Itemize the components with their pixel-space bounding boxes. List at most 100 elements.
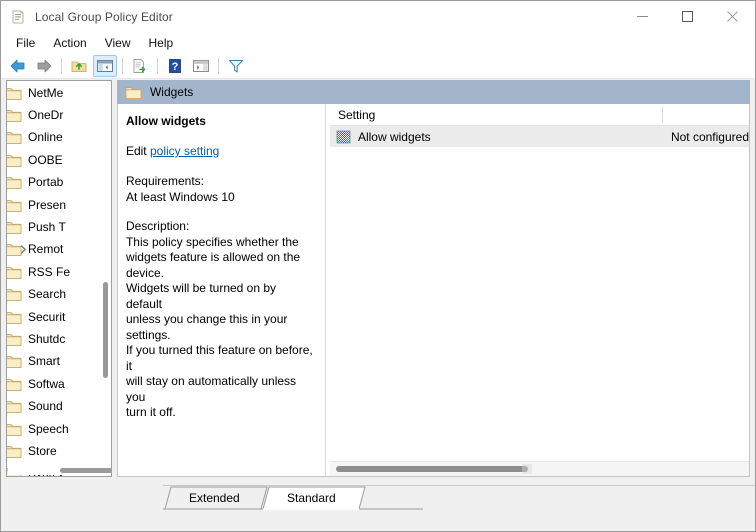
description-line: This policy specifies whether the	[125, 234, 299, 249]
tree-item-13[interactable]: Softwa	[7, 373, 101, 395]
folder-icon	[7, 153, 22, 168]
export-list-icon[interactable]	[128, 55, 152, 77]
tree-item-label: Portab	[28, 175, 64, 190]
column-header-setting[interactable]: Setting	[330, 104, 663, 126]
folder-icon	[7, 354, 22, 369]
tree-item-1[interactable]: OneDr	[7, 104, 101, 126]
requirements-label: Requirements:	[125, 174, 204, 188]
tree-item-label: Remot	[28, 242, 64, 257]
tree-item-label: Softwa	[28, 376, 65, 391]
policy-setting-link[interactable]: policy setting	[150, 144, 219, 158]
list-item[interactable]: Search	[7, 284, 101, 306]
tree-item-4[interactable]: Portab	[7, 172, 101, 194]
console-tree-pane[interactable]: NetMe OneDr Online OOBE Portab Presen Push T Re…	[6, 80, 112, 477]
minimize-button[interactable]	[620, 1, 665, 32]
tree-item-14[interactable]: Sound	[7, 395, 101, 417]
list-item[interactable]: Speech	[7, 418, 101, 440]
back-icon[interactable]	[6, 55, 30, 77]
list-item[interactable]: Push T	[7, 216, 101, 238]
content-header-label: Widgets	[149, 85, 194, 99]
tree-item-label: OOBE	[28, 152, 63, 167]
folder-icon	[7, 287, 22, 302]
tree-item-9[interactable]: Search	[7, 284, 101, 306]
tree-item-6[interactable]: Push T	[7, 216, 101, 238]
tree-item-label: Smart	[28, 354, 61, 369]
list-item[interactable]: Securit	[7, 306, 101, 328]
edit-policy-line: Edit policy setting	[126, 144, 315, 158]
tree-item-16[interactable]: Store	[7, 440, 101, 462]
view-tab-strip: Extended Standard	[163, 485, 755, 510]
tree-item-2[interactable]: Online	[7, 127, 101, 149]
list-item[interactable]: Smart	[7, 351, 101, 373]
folder-icon	[7, 86, 22, 101]
list-item[interactable]: OOBE	[7, 149, 101, 171]
description-line: widgets feature is allowed on the	[125, 250, 301, 264]
tree-item-label: Shutdc	[28, 331, 66, 346]
menu-file[interactable]: File	[7, 33, 44, 53]
show-hide-console-tree-icon[interactable]	[93, 55, 117, 77]
tab-extended[interactable]: Extended	[177, 486, 250, 509]
requirements-block: Requirements: At least Windows 10	[126, 174, 315, 205]
list-item[interactable]: Store	[7, 440, 101, 462]
list-item[interactable]: NetMe	[7, 82, 101, 104]
tree-item-label: Online	[28, 130, 63, 145]
tree-item-label: Search	[28, 287, 67, 302]
tree-item-3[interactable]: OOBE	[7, 149, 101, 171]
close-button[interactable]	[710, 1, 755, 32]
list-item[interactable]: Portab	[7, 172, 101, 194]
toolbar-separator	[61, 58, 62, 74]
svg-text:?: ?	[172, 61, 179, 73]
menu-view[interactable]: View	[96, 33, 140, 53]
tree-vertical-scrollbar[interactable]	[100, 82, 110, 466]
menu-action[interactable]: Action	[44, 33, 95, 53]
list-item[interactable]: Online	[7, 127, 101, 149]
requirements-value: At least Windows 10	[125, 189, 235, 204]
list-item[interactable]: Shutdc	[7, 328, 101, 350]
show-hide-action-pane-icon[interactable]	[189, 55, 213, 77]
tree-item-15[interactable]: Speech	[7, 418, 101, 440]
table-row[interactable]: Allow widgets Not configured	[329, 126, 749, 147]
forward-icon[interactable]	[32, 55, 56, 77]
up-one-level-icon[interactable]	[67, 55, 91, 77]
row-state-value: Not configured	[670, 129, 749, 144]
tree-item-8[interactable]: RSS Fe	[7, 261, 101, 283]
extended-description-pane: Allow widgets Edit policy setting Requir…	[117, 104, 325, 476]
tree-item-label: Sound	[28, 399, 63, 414]
tree-item-label: OneDr	[28, 108, 64, 123]
tree-item-5[interactable]: Presen	[7, 194, 101, 216]
list-horizontal-scrollbar[interactable]	[329, 461, 749, 476]
menu-bar: File Action View Help	[1, 32, 755, 54]
tree-item-0[interactable]: NetMe	[7, 82, 101, 104]
list-item[interactable]: OneDr	[7, 104, 101, 126]
maximize-button[interactable]	[665, 1, 710, 32]
list-item[interactable]: RSS Fe	[7, 261, 101, 283]
tree-horizontal-scroll-thumb[interactable]	[60, 468, 111, 473]
tab-standard[interactable]: Standard	[275, 486, 346, 509]
tree-item-10[interactable]: Securit	[7, 306, 101, 328]
folder-icon	[7, 265, 22, 280]
list-item[interactable]: Softwa	[7, 373, 101, 395]
tree-item-7[interactable]: Remot	[7, 239, 101, 261]
tab-standard-label: Standard	[287, 490, 336, 505]
content-header: Widgets	[116, 80, 750, 104]
toolbar-separator	[122, 58, 123, 74]
list-item[interactable]: Sound	[7, 395, 101, 417]
menu-help[interactable]: Help	[140, 33, 183, 53]
tree-vertical-scroll-thumb[interactable]	[102, 282, 108, 378]
filter-icon[interactable]	[224, 55, 248, 77]
list-item[interactable]: Presen	[7, 194, 101, 216]
toolbar-separator	[157, 58, 158, 74]
chevron-right-icon[interactable]	[17, 244, 29, 256]
content-panes: Allow widgets Edit policy setting Requir…	[116, 104, 750, 477]
tree-item-11[interactable]: Shutdc	[7, 328, 101, 350]
list-horizontal-scroll-thumb[interactable]	[335, 464, 532, 474]
tree-horizontal-scrollbar[interactable]	[8, 465, 111, 475]
folder-icon	[7, 377, 22, 392]
window-title: Local Group Policy Editor	[35, 9, 173, 24]
help-icon[interactable]: ?	[163, 55, 187, 77]
tree-item-12[interactable]: Smart	[7, 351, 101, 373]
status-bar	[1, 509, 755, 531]
settings-list-pane[interactable]: Setting Allow widgets Not configured	[329, 104, 749, 476]
column-divider[interactable]	[661, 106, 663, 123]
tree-item-label: Speech	[28, 421, 69, 436]
